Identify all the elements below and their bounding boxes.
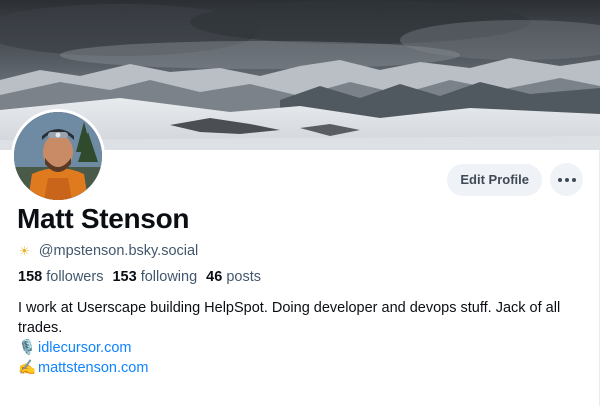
followers-count: 158 (18, 269, 43, 285)
following-count: 153 (112, 269, 137, 285)
writing-hand-icon: ✍️ (18, 360, 37, 376)
handle-row: ☀ @mpstenson.bsky.social (19, 243, 198, 259)
profile-actions: Edit Profile (447, 163, 583, 196)
bio-link-row: 🎙️ idlecursor.com (18, 338, 583, 358)
followers-label: followers (46, 269, 104, 285)
edit-profile-button[interactable]: Edit Profile (447, 163, 542, 196)
sunrise-icon: ☀ (19, 244, 30, 258)
posts-label: posts (226, 269, 262, 285)
bio-link-row: ✍️ mattstenson.com (18, 358, 583, 378)
bio-link-idlecursor[interactable]: idlecursor.com (38, 340, 131, 356)
following-link[interactable]: 153 following (112, 269, 197, 285)
more-dot (571, 177, 576, 182)
microphone-icon: 🎙️ (18, 340, 37, 356)
handle[interactable]: @mpstenson.bsky.social (39, 243, 199, 259)
profile-stats: 158 followers 153 following 46 posts (18, 269, 261, 285)
posts-count: 46 (206, 269, 223, 285)
more-horizontal-icon (557, 177, 562, 182)
bio-link-mattstenson[interactable]: mattstenson.com (38, 360, 148, 376)
followers-link[interactable]: 158 followers (18, 269, 103, 285)
avatar[interactable] (11, 109, 105, 203)
posts-stat: 46 posts (206, 269, 261, 285)
more-dot (564, 177, 569, 182)
display-name: Matt Stenson (17, 203, 190, 234)
more-options-button[interactable] (550, 163, 583, 196)
profile-bio: I work at Userscape building HelpSpot. D… (18, 298, 583, 378)
following-label: following (140, 269, 198, 285)
bio-text: I work at Userscape building HelpSpot. D… (18, 300, 561, 336)
